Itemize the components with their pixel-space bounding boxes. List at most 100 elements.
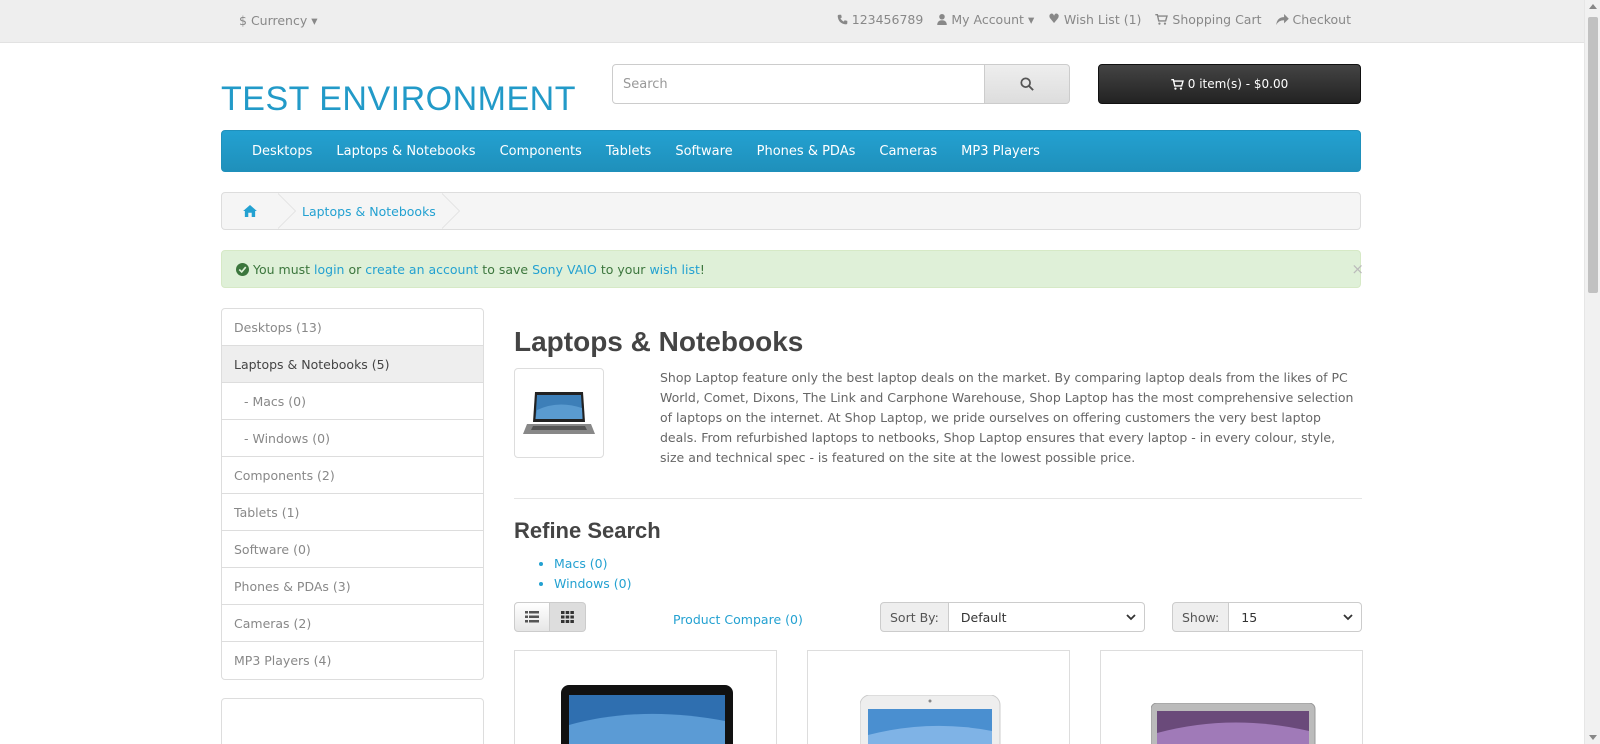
product-card[interactable] <box>807 650 1070 744</box>
breadcrumb-home[interactable] <box>222 193 278 229</box>
breadcrumb-separator <box>440 193 462 229</box>
divider <box>514 498 1362 499</box>
product-compare-link[interactable]: Product Compare (0) <box>673 612 803 627</box>
phone-link[interactable]: 123456789 <box>837 12 924 27</box>
shopping-cart-label: Shopping Cart <box>1172 12 1262 27</box>
category-description: Shop Laptop feature only the best laptop… <box>660 370 1354 465</box>
sidebar-item-laptops[interactable]: Laptops & Notebooks (5) <box>222 346 483 383</box>
my-account-label: My Account <box>951 12 1024 27</box>
alert-text-end: ! <box>699 261 705 277</box>
sidebar-item-windows[interactable]: - Windows (0) <box>222 420 483 457</box>
alert-close-button[interactable]: × <box>1351 260 1364 278</box>
category-sidebar: Desktops (13) Laptops & Notebooks (5) - … <box>221 308 484 680</box>
alert-login-link[interactable]: login <box>314 262 344 277</box>
sort-by-label: Sort By: <box>880 602 949 632</box>
checkout-link[interactable]: Checkout <box>1275 12 1351 27</box>
currency-dropdown[interactable]: $ Currency ▾ <box>239 13 318 28</box>
list-view-button[interactable] <box>514 602 550 632</box>
phone-icon <box>837 14 848 25</box>
cart-button[interactable]: 0 item(s) - $0.00 <box>1098 64 1361 104</box>
laptop-image <box>523 392 595 434</box>
alert-wishlist-link[interactable]: wish list <box>649 262 699 277</box>
sidebar-item-macs[interactable]: - Macs (0) <box>222 383 483 420</box>
menu-item-laptops[interactable]: Laptops & Notebooks <box>324 144 487 159</box>
chevron-down-icon <box>1126 613 1136 620</box>
menu-item-cameras[interactable]: Cameras <box>867 144 949 159</box>
sidebar-item-components[interactable]: Components (2) <box>222 457 483 494</box>
scroll-down-arrow[interactable] <box>1589 735 1597 740</box>
alert-wishlist-group: wish list! <box>649 262 704 277</box>
product-image <box>561 685 733 744</box>
show-label: Show: <box>1172 602 1230 632</box>
scroll-up-arrow[interactable] <box>1589 4 1597 9</box>
phone-number: 123456789 <box>851 12 924 27</box>
alert-text-to-save: to save <box>482 261 529 277</box>
show-value: 15 <box>1241 609 1258 625</box>
checkout-label: Checkout <box>1292 12 1351 27</box>
category-thumbnail[interactable] <box>514 368 604 458</box>
my-account-dropdown[interactable]: My Account ▾ <box>937 12 1034 27</box>
currency-label: Currency <box>250 13 308 28</box>
cart-total-label: 0 item(s) - $0.00 <box>1187 77 1289 91</box>
refine-item: Macs (0) <box>554 554 631 574</box>
search-input[interactable] <box>612 64 985 104</box>
menu-item-mp3[interactable]: MP3 Players <box>949 144 1052 159</box>
sidebar-item-software[interactable]: Software (0) <box>222 531 483 568</box>
cart-icon <box>1171 78 1184 90</box>
sidebar-banner-box <box>221 698 484 744</box>
page-scrollbar[interactable] <box>1584 0 1600 744</box>
refine-link-windows[interactable]: Windows (0) <box>554 576 631 591</box>
scroll-thumb[interactable] <box>1588 17 1598 293</box>
product-card[interactable] <box>1100 650 1363 744</box>
breadcrumb-separator <box>277 193 298 229</box>
search-button[interactable] <box>985 64 1070 104</box>
user-icon <box>937 14 948 25</box>
heart-icon: ♥ <box>1048 12 1060 27</box>
product-image <box>1151 703 1316 744</box>
sort-by-group: Sort By: Default <box>880 602 1145 632</box>
show-group: Show: 15 <box>1172 602 1363 632</box>
product-card[interactable] <box>514 650 777 744</box>
check-circle-icon <box>236 262 249 276</box>
search-icon <box>1020 77 1034 91</box>
show-select[interactable]: 15 <box>1229 602 1363 632</box>
dollar-icon: $ <box>239 13 247 28</box>
alert-text-pre: You must <box>253 261 311 277</box>
success-alert: You must login or create an account to s… <box>221 250 1364 288</box>
top-links: 123456789 My Account ▾ ♥ Wish List (1) S… <box>837 12 1351 27</box>
list-icon <box>525 611 539 623</box>
sidebar-item-phones[interactable]: Phones & PDAs (3) <box>222 568 483 605</box>
breadcrumb-current[interactable]: Laptops & Notebooks <box>298 204 442 219</box>
menu-item-tablets[interactable]: Tablets <box>594 144 664 159</box>
site-logo[interactable]: TEST ENVIRONMENT <box>221 80 576 119</box>
sidebar-item-cameras[interactable]: Cameras (2) <box>222 605 483 642</box>
page-title: Laptops & Notebooks <box>514 326 804 357</box>
home-icon <box>243 205 257 217</box>
menu-item-software[interactable]: Software <box>663 144 744 159</box>
refine-link-macs[interactable]: Macs (0) <box>554 556 608 571</box>
sort-by-value: Default <box>960 609 1007 625</box>
refine-item: Windows (0) <box>554 574 631 594</box>
grid-icon <box>561 611 574 623</box>
menu-item-desktops[interactable]: Desktops <box>240 144 324 159</box>
share-icon <box>1275 14 1289 25</box>
sort-by-select[interactable]: Default <box>948 602 1145 632</box>
top-bar: $ Currency ▾ 123456789 My Account ▾ ♥ Wi… <box>0 0 1584 43</box>
alert-text-or: or <box>348 261 362 277</box>
top-bar-inner: $ Currency ▾ 123456789 My Account ▾ ♥ Wi… <box>221 0 1361 43</box>
wish-list-label: Wish List (1) <box>1063 12 1142 27</box>
shopping-cart-link[interactable]: Shopping Cart <box>1155 12 1262 27</box>
grid-view-button[interactable] <box>550 602 586 632</box>
sidebar-item-tablets[interactable]: Tablets (1) <box>222 494 483 531</box>
menu-item-phones[interactable]: Phones & PDAs <box>745 144 868 159</box>
breadcrumb: Laptops & Notebooks <box>221 192 1361 230</box>
alert-product-link[interactable]: Sony VAIO <box>532 262 597 277</box>
sidebar-item-mp3[interactable]: MP3 Players (4) <box>222 642 483 679</box>
alert-create-account-link[interactable]: create an account <box>365 262 478 277</box>
cart-icon <box>1155 14 1169 25</box>
caret-down-icon: ▾ <box>1027 12 1035 27</box>
search-bar <box>612 64 1070 104</box>
wish-list-link[interactable]: ♥ Wish List (1) <box>1048 12 1141 27</box>
menu-item-components[interactable]: Components <box>488 144 594 159</box>
sidebar-item-desktops[interactable]: Desktops (13) <box>222 309 483 346</box>
